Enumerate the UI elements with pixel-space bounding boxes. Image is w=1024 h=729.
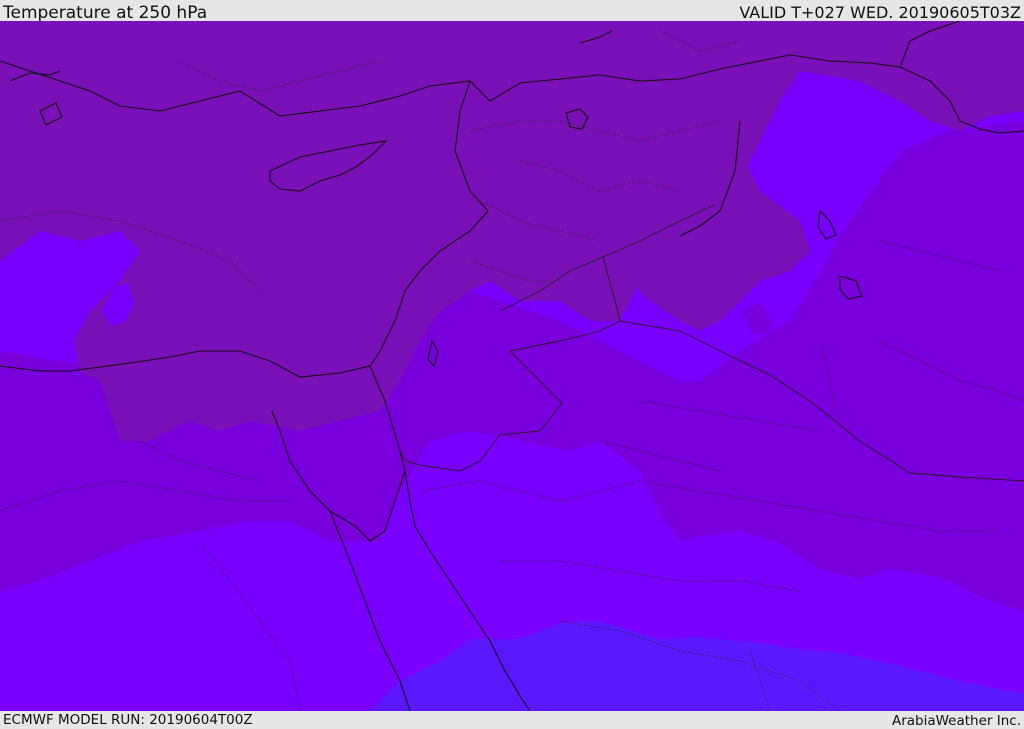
footer-bar: ECMWF MODEL RUN: 20190604T00Z ArabiaWeat… [0,711,1024,729]
weather-map [0,21,1024,711]
header-bar: Temperature at 250 hPa VALID T+027 WED. … [0,0,1024,23]
credit-text: ArabiaWeather Inc. [891,713,1021,729]
model-run: ECMWF MODEL RUN: 20190604T00Z [3,712,253,728]
temperature-map-svg [0,21,1024,711]
map-title: Temperature at 250 hPa [3,3,208,23]
valid-time: VALID T+027 WED. 20190605T03Z [739,3,1021,22]
